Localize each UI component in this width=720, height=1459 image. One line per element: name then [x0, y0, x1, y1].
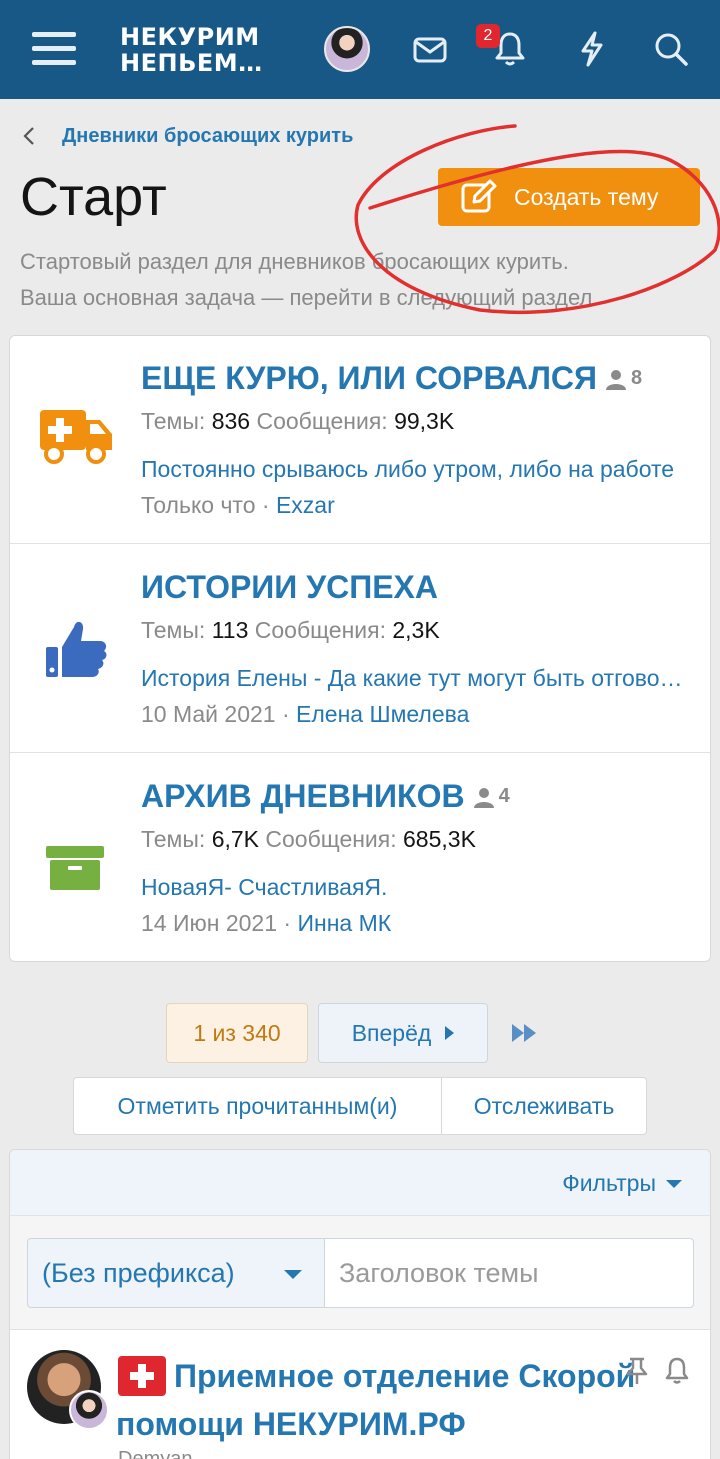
thread-list: Фильтры (Без префикса) Приемное отделени…	[9, 1149, 711, 1459]
subforum-item[interactable]: ИСТОРИИ УСПЕХА Темы: 113 Сообщения: 2,3K…	[10, 545, 710, 753]
threads-count: 6,7K	[211, 826, 260, 852]
search-icon[interactable]	[650, 28, 692, 70]
last-post-link[interactable]: История Елены - Да какие тут могут быть …	[141, 665, 686, 692]
user-icon	[606, 369, 627, 390]
user-avatar[interactable]	[324, 26, 370, 72]
inbox-icon[interactable]	[410, 30, 450, 70]
last-post-time: 10 Май 2021	[141, 701, 276, 727]
notifications-badge: 2	[476, 24, 500, 48]
subforum-users-count: 8	[631, 367, 643, 389]
subforum-stats: Темы: 6,7K Сообщения: 685,3K	[141, 826, 476, 852]
last-poster-avatar[interactable]	[69, 1390, 109, 1430]
mark-read-button[interactable]: Отметить прочитанным(и)	[74, 1078, 442, 1134]
fast-forward-icon[interactable]	[508, 1018, 542, 1048]
subforum-title-text[interactable]: ИСТОРИИ УСПЕХА	[141, 569, 438, 606]
menu-icon[interactable]	[28, 26, 80, 72]
subforum-users-count: 4	[498, 785, 510, 807]
prefix-select-value: (Без префикса)	[42, 1257, 235, 1288]
thread-title[interactable]: Приемное отделение Скорой помощи НЕКУРИМ…	[116, 1352, 636, 1448]
filters-label: Фильтры	[562, 1170, 656, 1196]
subforum-title[interactable]: ИСТОРИИ УСПЕХА	[141, 569, 438, 606]
last-post-time: Только что	[141, 492, 256, 518]
subforum-users: 4	[473, 785, 510, 808]
thumbs-up-icon	[38, 615, 114, 679]
description-line-2: Ваша основная задача — перейти в следующ…	[20, 285, 599, 310]
quick-thread-form: (Без префикса)	[10, 1216, 710, 1330]
posts-count: 685,3K	[403, 826, 476, 852]
last-post-user[interactable]: Инна МК	[297, 910, 391, 936]
last-post-user[interactable]: Елена Шмелева	[296, 701, 469, 727]
caret-right-icon	[445, 1026, 455, 1040]
thread-status-icons	[624, 1356, 690, 1386]
last-post-user[interactable]: Exzar	[276, 492, 335, 518]
last-post-link[interactable]: НоваяЯ- СчастливаяЯ.	[141, 874, 686, 901]
posts-count: 99,3K	[394, 408, 455, 434]
last-post-meta: Только что · Exzar	[141, 492, 335, 518]
last-post-link[interactable]: Постоянно срываюсь либо утром, либо на р…	[141, 456, 686, 483]
user-icon	[473, 787, 494, 808]
last-post-meta: 10 Май 2021 · Елена Шмелева	[141, 701, 470, 727]
subforum-title[interactable]: ЕЩЕ КУРЮ, ИЛИ СОРВАЛСЯ 8	[141, 360, 642, 397]
thread-row[interactable]: Приемное отделение Скорой помощи НЕКУРИМ…	[10, 1330, 710, 1459]
subforum-title[interactable]: АРХИВ ДНЕВНИКОВ 4	[141, 778, 510, 815]
subforum-title-text[interactable]: ЕЩЕ КУРЮ, ИЛИ СОРВАЛСЯ	[141, 360, 597, 397]
top-navigation-bar: НЕКУРИМ НЕПЬЕМ… 2	[0, 0, 720, 99]
red-cross-prefix-icon	[118, 1356, 166, 1396]
last-post-time: 14 Июн 2021	[141, 910, 278, 936]
breadcrumb-link[interactable]: Дневники бросающих курить	[62, 125, 353, 148]
watched-bell-icon	[665, 1357, 689, 1384]
threads-count: 836	[211, 408, 251, 434]
subforum-title-text[interactable]: АРХИВ ДНЕВНИКОВ	[141, 778, 465, 815]
create-thread-button[interactable]: Создать тему	[438, 168, 700, 226]
filters-dropdown[interactable]: Фильтры	[562, 1170, 682, 1197]
last-post-meta: 14 Июн 2021 · Инна МК	[141, 910, 392, 936]
chevron-left-icon	[22, 122, 50, 150]
pagination-current-page[interactable]: 1 из 340	[166, 1003, 308, 1063]
logo-line-1: НЕКУРИМ	[120, 23, 260, 51]
pagination-next-label: Вперёд	[351, 1019, 432, 1046]
caret-down-icon	[666, 1179, 682, 1188]
pagination-next-button[interactable]: Вперёд	[318, 1003, 488, 1063]
caret-down-icon	[284, 1270, 302, 1279]
edit-icon	[460, 178, 498, 216]
description-line-1: Стартовый раздел для дневников бросающих…	[20, 249, 569, 274]
watch-button[interactable]: Отслеживать	[442, 1078, 646, 1134]
subforum-item[interactable]: АРХИВ ДНЕВНИКОВ 4 Темы: 6,7K Сообщения: …	[10, 754, 710, 962]
subforum-item[interactable]: ЕЩЕ КУРЮ, ИЛИ СОРВАЛСЯ 8 Темы: 836 Сообщ…	[10, 336, 710, 544]
threads-count: 113	[211, 617, 249, 643]
posts-count: 2,3K	[392, 617, 440, 643]
archive-box-icon	[38, 830, 114, 894]
prefix-select[interactable]: (Без префикса)	[27, 1238, 325, 1308]
subforum-stats: Темы: 836 Сообщения: 99,3K	[141, 408, 455, 434]
whats-new-lightning-icon[interactable]	[572, 28, 612, 70]
site-logo[interactable]: НЕКУРИМ НЕПЬЕМ…	[120, 24, 263, 76]
subforum-users: 8	[605, 367, 642, 390]
subforum-list: ЕЩЕ КУРЮ, ИЛИ СОРВАЛСЯ 8 Темы: 836 Сообщ…	[9, 335, 711, 962]
forum-description: Стартовый раздел для дневников бросающих…	[20, 244, 710, 316]
create-thread-label: Создать тему	[514, 183, 659, 210]
breadcrumb[interactable]: Дневники бросающих курить	[22, 122, 353, 150]
pin-icon	[626, 1357, 648, 1384]
page-title: Старт	[20, 167, 167, 227]
ambulance-icon	[38, 404, 114, 468]
thread-title-input[interactable]	[324, 1238, 694, 1308]
logo-line-2: НЕПЬЕМ…	[120, 49, 263, 77]
thread-list-actions: Отметить прочитанным(и) Отслеживать	[73, 1077, 647, 1135]
filter-bar: Фильтры	[10, 1150, 710, 1216]
subforum-stats: Темы: 113 Сообщения: 2,3K	[141, 617, 440, 643]
thread-author[interactable]: Demyan	[118, 1448, 192, 1459]
